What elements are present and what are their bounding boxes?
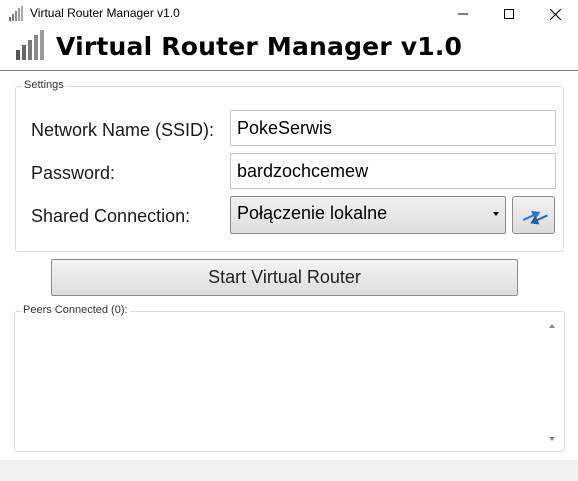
shared-connection-value: Połączenie lokalne (237, 203, 388, 223)
ssid-label: Network Name (SSID): (31, 120, 215, 140)
signal-bars-icon (9, 6, 23, 21)
page-title: Virtual Router Manager v1.0 (56, 32, 463, 61)
maximize-button[interactable] (486, 0, 532, 28)
shared-connection-select[interactable]: Połączenie lokalne (230, 196, 506, 234)
peers-list[interactable] (18, 320, 542, 446)
start-virtual-router-button[interactable]: Start Virtual Router (51, 259, 518, 296)
maximize-icon (504, 9, 514, 19)
close-icon (549, 8, 561, 20)
status-bar (0, 460, 578, 481)
ssid-input[interactable]: PokeSerwis (230, 110, 556, 146)
scroll-down-icon[interactable] (549, 437, 555, 441)
password-input[interactable]: bardzochcemew (230, 153, 556, 189)
minimize-icon (458, 13, 468, 15)
scroll-up-icon[interactable] (549, 324, 555, 328)
peers-legend: Peers Connected (0): (21, 304, 130, 316)
chevron-down-icon (493, 212, 499, 216)
refresh-icon (522, 210, 548, 225)
close-button[interactable] (532, 0, 578, 28)
title-bar: Virtual Router Manager v1.0 (0, 0, 578, 28)
app-header: Virtual Router Manager v1.0 (0, 28, 578, 71)
password-label: Password: (31, 163, 116, 183)
refresh-button[interactable] (512, 196, 555, 234)
window-title: Virtual Router Manager v1.0 (30, 6, 180, 20)
settings-legend: Settings (22, 79, 66, 91)
minimize-button[interactable] (440, 0, 486, 28)
shared-connection-label: Shared Connection: (31, 206, 191, 226)
signal-bars-icon (16, 30, 44, 60)
peers-scrollbar[interactable] (544, 318, 560, 445)
